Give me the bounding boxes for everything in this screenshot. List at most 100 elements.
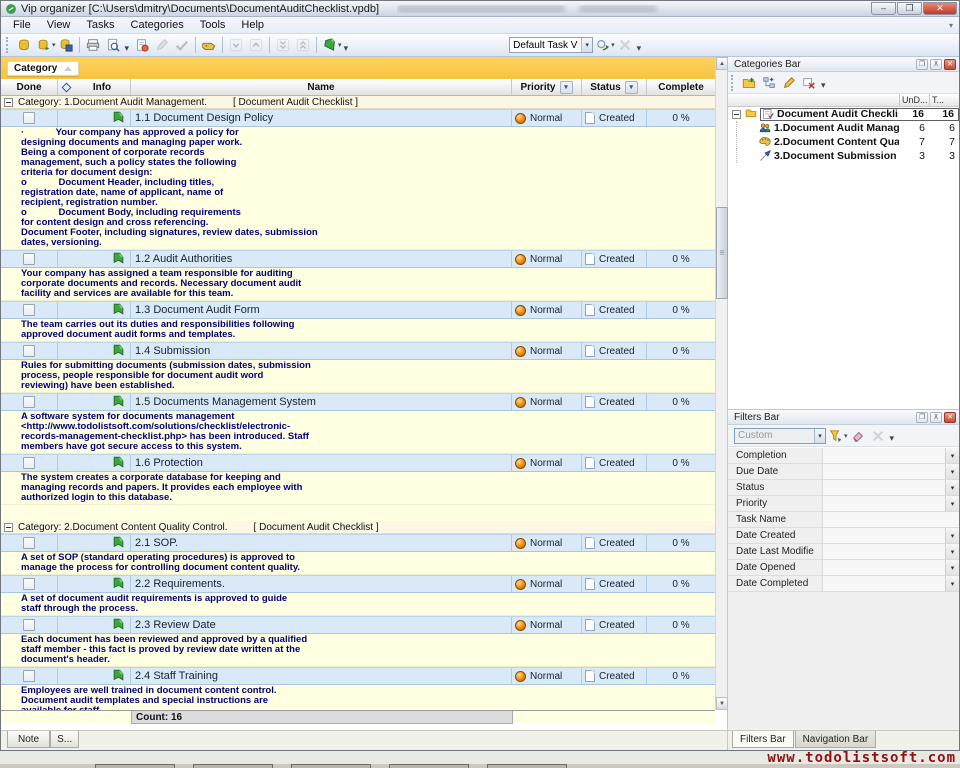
erase-filter-icon[interactable] <box>848 426 868 445</box>
menubar-overflow-icon[interactable]: ▾ <box>949 21 953 30</box>
task-done-checkbox[interactable] <box>23 670 35 682</box>
tab-filtersbar[interactable]: Filters Bar <box>732 731 794 748</box>
task-done-checkbox[interactable] <box>23 457 35 469</box>
tab-s[interactable]: S... <box>50 731 79 748</box>
save-database-icon[interactable] <box>56 36 76 55</box>
task-done-checkbox[interactable] <box>23 345 35 357</box>
edit-category-icon[interactable] <box>779 73 799 92</box>
filter-value-field[interactable] <box>823 528 945 543</box>
column-header-complete[interactable]: Complete <box>647 79 715 95</box>
collapse-expander-icon[interactable] <box>4 98 13 107</box>
taskbar-window-button[interactable] <box>291 764 371 768</box>
scroll-down-icon[interactable]: ▼ <box>716 697 728 710</box>
complete-task-icon[interactable] <box>172 36 192 55</box>
menu-item-file[interactable]: File <box>5 18 39 32</box>
new-category-icon[interactable] <box>739 73 759 92</box>
bookmark-icon[interactable] <box>320 36 340 55</box>
panel-restore-icon[interactable]: ❐ <box>916 412 928 423</box>
scrollbar-thumb[interactable] <box>716 207 728 299</box>
task-done-checkbox[interactable] <box>23 304 35 316</box>
filter-value-field[interactable] <box>823 448 945 463</box>
task-row[interactable]: 1.3 Document Audit FormNormalCreated0 % <box>1 301 715 319</box>
toolbar-overflow-icon[interactable]: ▾ <box>125 43 130 54</box>
column-header-priority-flag[interactable] <box>58 79 74 95</box>
task-done-checkbox[interactable] <box>23 112 35 124</box>
open-database-icon-dropdown[interactable]: ▾ <box>52 41 56 49</box>
panel-restore-icon[interactable]: ❐ <box>916 59 928 70</box>
delete-category-icon[interactable] <box>799 73 819 92</box>
task-row[interactable]: 2.4 Staff TrainingNormalCreated0 % <box>1 667 715 685</box>
apply-filter-icon-dropdown[interactable]: ▾ <box>844 432 848 440</box>
task-row[interactable]: 1.2 Audit AuthoritiesNormalCreated0 % <box>1 250 715 268</box>
panel-close-icon[interactable]: ✕ <box>944 59 956 70</box>
task-row[interactable]: 1.4 SubmissionNormalCreated0 % <box>1 342 715 360</box>
menu-item-categories[interactable]: Categories <box>123 18 192 32</box>
filter-value-field[interactable] <box>823 560 945 575</box>
close-button[interactable]: ✕ <box>923 2 957 15</box>
column-header-status[interactable]: Status▾ <box>582 79 647 95</box>
category-tree-item[interactable]: 1.Document Audit Managemen66 <box>728 121 959 135</box>
filter-dropdown-icon[interactable]: ▾ <box>945 480 959 495</box>
panel-pin-icon[interactable]: ⊼ <box>930 412 942 423</box>
toolbar-overflow-icon[interactable]: ▾ <box>344 43 349 54</box>
print-icon[interactable] <box>83 36 103 55</box>
task-row[interactable]: 1.6 ProtectionNormalCreated0 % <box>1 454 715 472</box>
filter-preset-arrow-icon[interactable]: ▾ <box>814 429 825 443</box>
tree-expander-icon[interactable] <box>732 110 741 119</box>
taskbar-window-button[interactable] <box>389 764 469 768</box>
apply-view-icon[interactable] <box>593 36 613 55</box>
scroll-up-icon[interactable]: ▲ <box>716 57 728 70</box>
task-row[interactable]: 2.2 Requirements.NormalCreated0 % <box>1 575 715 593</box>
task-done-checkbox[interactable] <box>23 619 35 631</box>
move-down-icon[interactable] <box>226 36 246 55</box>
filter-value-field[interactable] <box>823 464 945 479</box>
maximize-button[interactable]: ❐ <box>897 2 922 15</box>
panel-close-icon[interactable]: ✕ <box>944 412 956 423</box>
column-header-priority[interactable]: Priority▾ <box>512 79 582 95</box>
move-top-icon[interactable] <box>293 36 313 55</box>
column-header-info[interactable]: Info <box>74 79 131 95</box>
filter-dropdown-icon[interactable]: ▾ <box>945 496 959 511</box>
filters-toolbar-overflow-icon[interactable]: ▾ <box>890 433 895 444</box>
bookmark-icon-dropdown[interactable]: ▾ <box>338 41 342 49</box>
task-row[interactable]: 2.3 Review DateNormalCreated0 % <box>1 616 715 634</box>
task-notes-icon[interactable] <box>199 36 219 55</box>
vertical-scrollbar[interactable]: ▲ ▼ <box>715 57 727 710</box>
menu-item-help[interactable]: Help <box>233 18 272 32</box>
task-done-checkbox[interactable] <box>23 537 35 549</box>
filter-dropdown-icon[interactable]: ▾ <box>945 448 959 463</box>
taskbar-window-button[interactable] <box>95 764 175 768</box>
filter-dropdown-icon[interactable]: ▾ <box>945 544 959 559</box>
task-view-combo-arrow-icon[interactable]: ▾ <box>581 38 592 52</box>
minimize-button[interactable]: ‒ <box>871 2 896 15</box>
task-view-combo[interactable]: Default Task V ▾ <box>509 37 593 53</box>
collapse-expander-icon[interactable] <box>4 523 13 532</box>
new-database-icon[interactable] <box>14 36 34 55</box>
filter-value-field[interactable] <box>823 480 945 495</box>
apply-filter-icon[interactable] <box>826 426 846 445</box>
tab-note[interactable]: Note <box>7 731 50 748</box>
filter-dropdown-icon[interactable]: ▾ <box>945 576 959 591</box>
task-done-checkbox[interactable] <box>23 253 35 265</box>
task-done-checkbox[interactable] <box>23 396 35 408</box>
open-database-icon[interactable] <box>34 36 54 55</box>
edit-task-icon[interactable] <box>152 36 172 55</box>
filter-dropdown-icon[interactable]: ▾ <box>945 528 959 543</box>
taskbar-window-button[interactable] <box>487 764 567 768</box>
categories-toolbar-grip[interactable] <box>731 75 735 91</box>
filter-value-field[interactable] <box>823 544 945 559</box>
category-tree-item[interactable]: 2.Document Content Quality C77 <box>728 135 959 149</box>
task-row[interactable]: 2.1 SOP.NormalCreated0 % <box>1 534 715 552</box>
status-filter-dropdown-icon[interactable]: ▾ <box>625 81 638 94</box>
category-tree-item[interactable]: 3.Document Submission Audit.33 <box>728 149 959 163</box>
column-header-undone[interactable]: UnD... <box>899 94 929 106</box>
column-header-name[interactable]: Name <box>131 79 512 95</box>
filter-value-field[interactable] <box>823 496 945 511</box>
move-bottom-icon[interactable] <box>273 36 293 55</box>
group-by-category-chip[interactable]: Category <box>7 61 79 76</box>
menu-item-tasks[interactable]: Tasks <box>78 18 122 32</box>
taskbar-window-button[interactable] <box>193 764 273 768</box>
priority-filter-dropdown-icon[interactable]: ▾ <box>560 81 573 94</box>
category-tree-item[interactable]: Document Audit Checklist1616 <box>728 107 959 121</box>
panel-pin-icon[interactable]: ⊼ <box>930 59 942 70</box>
